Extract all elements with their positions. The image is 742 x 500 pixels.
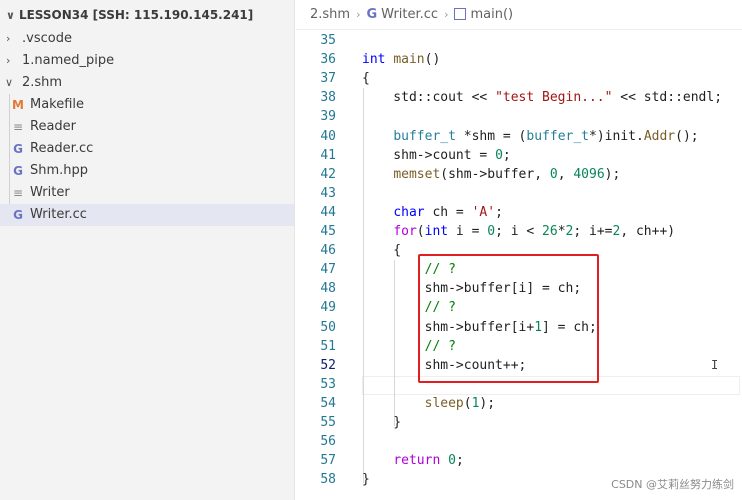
breadcrumb-symbol[interactable]: main() — [454, 0, 513, 30]
code-line[interactable]: buffer_t *shm = (buffer_t*)init.Addr(); — [362, 129, 698, 144]
workspace-title: LESSON34 [SSH: 115.190.145.241] — [18, 8, 254, 22]
lines-icon: ≡ — [12, 186, 24, 200]
code-line[interactable]: } — [362, 415, 401, 430]
chevron-right-icon: › — [356, 8, 361, 21]
breadcrumb-file[interactable]: G Writer.cc — [367, 0, 439, 30]
chevron-down-icon: ∨ — [6, 9, 15, 22]
line-number: 48 — [320, 281, 336, 297]
code-line[interactable]: return 0; — [362, 453, 463, 468]
code-line[interactable]: std::cout << "test Begin..." << std::end… — [362, 90, 722, 105]
line-number: 56 — [320, 434, 336, 450]
code-line[interactable]: { — [362, 243, 401, 258]
code-line[interactable]: int main() — [362, 52, 440, 67]
line-number: 50 — [320, 319, 336, 335]
code-line[interactable]: for(int i = 0; i < 26*2; i+=2, ch++) — [362, 224, 675, 239]
highlight-box — [418, 254, 599, 383]
line-number: 49 — [320, 300, 336, 316]
line-number: 55 — [320, 415, 336, 430]
line-number: 46 — [320, 243, 336, 259]
tree-item-vscode[interactable]: › .vscode — [0, 28, 294, 50]
tree-item-shm-hpp[interactable]: G Shm.hpp — [0, 160, 294, 182]
tree-item-named-pipe[interactable]: › 1.named_pipe — [0, 50, 294, 72]
makefile-icon: M — [12, 98, 24, 112]
cpp-file-icon: G — [366, 7, 378, 22]
line-number: 39 — [320, 109, 336, 125]
code-line[interactable]: } — [362, 472, 370, 487]
chevron-right-icon: › — [6, 32, 11, 45]
method-cube-icon — [454, 7, 467, 20]
tree-item-makefile[interactable]: M Makefile — [0, 94, 294, 116]
explorer-header[interactable]: ∨ LESSON34 [SSH: 115.190.145.241] — [0, 0, 294, 30]
cpp-file-icon: G — [13, 208, 23, 222]
code-line[interactable]: shm->count = 0; — [362, 148, 510, 163]
tree-item-reader-cc[interactable]: G Reader.cc — [0, 138, 294, 160]
chevron-right-icon: › — [444, 8, 449, 21]
line-number: 37 — [320, 71, 336, 87]
line-number: 43 — [320, 185, 336, 201]
breadcrumb-bar: 2.shm › G Writer.cc › main() — [296, 0, 742, 30]
tree-item-writer-cc[interactable]: G Writer.cc — [0, 204, 294, 226]
explorer-sidebar: ∨ LESSON34 [SSH: 115.190.145.241] › .vsco… — [0, 0, 295, 500]
line-number: 54 — [320, 395, 336, 411]
line-number: 52 — [320, 357, 336, 373]
breadcrumb: 2.shm › G Writer.cc › main() — [310, 0, 513, 30]
line-number: 51 — [320, 338, 336, 354]
tree-item-writer[interactable]: ≡ Writer — [0, 182, 294, 204]
line-number: 36 — [320, 52, 336, 68]
line-number: 53 — [320, 376, 336, 392]
cpp-file-icon: G — [13, 142, 23, 156]
line-number: 57 — [320, 453, 336, 469]
line-number: 40 — [320, 128, 336, 144]
breadcrumb-folder[interactable]: 2.shm — [310, 0, 350, 30]
line-number: 58 — [320, 472, 336, 488]
watermark: CSDN @艾莉丝努力练剑 — [611, 476, 734, 492]
code-line[interactable]: { — [362, 71, 370, 86]
line-number: 44 — [320, 204, 336, 220]
tree-item-shm-folder[interactable]: ∨ 2.shm — [0, 72, 294, 94]
text-cursor-icon: I — [711, 358, 719, 372]
code-line[interactable]: sleep(1); — [362, 396, 495, 411]
line-number: 38 — [320, 90, 336, 106]
tree-item-reader[interactable]: ≡ Reader — [0, 116, 294, 138]
line-number: 45 — [320, 224, 336, 239]
line-number: 47 — [320, 262, 336, 278]
cpp-file-icon: G — [13, 164, 23, 178]
line-number: 42 — [320, 166, 336, 182]
chevron-down-icon: ∨ — [5, 76, 14, 89]
line-number: 35 — [320, 33, 336, 48]
line-number: 41 — [320, 147, 336, 163]
lines-icon: ≡ — [12, 120, 24, 134]
chevron-right-icon: › — [6, 54, 11, 67]
code-line[interactable]: memset(shm->buffer, 0, 4096); — [362, 167, 620, 182]
code-line[interactable]: char ch = 'A'; — [362, 205, 503, 220]
